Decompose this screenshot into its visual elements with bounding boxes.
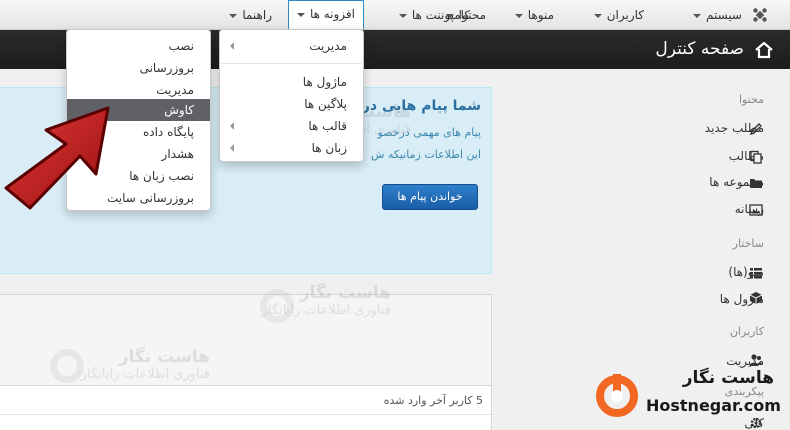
menu-menus[interactable]: منوها — [514, 0, 554, 30]
submenu-item-install[interactable]: نصب — [67, 35, 210, 57]
pencil-icon — [749, 123, 762, 136]
brand-name-en: Hostnegar.com — [646, 396, 781, 415]
menu-item-templates[interactable]: قالب ها — [220, 115, 363, 137]
hostnegar-logo-icon — [596, 374, 638, 417]
divider — [221, 63, 362, 64]
read-messages-button[interactable]: خواندن پیام ها — [382, 184, 478, 210]
hostnegar-logo: هاست نگار Hostnegar.com — [592, 368, 781, 424]
image-icon — [749, 204, 763, 216]
caret-down-icon — [229, 13, 238, 18]
submenu-arrow-icon — [230, 144, 234, 152]
brand-name-fa: هاست نگار — [682, 368, 774, 388]
menu-item-languages[interactable]: زبان ها — [220, 137, 363, 159]
pointer-arrow-icon — [4, 106, 110, 210]
watermark-logo-icon — [50, 349, 84, 383]
menu-extensions[interactable]: افزونه ها — [287, 0, 364, 29]
page-title: صفحه کنترل — [655, 39, 744, 59]
caret-down-icon — [593, 13, 602, 18]
menu-system[interactable]: سیستم — [693, 0, 742, 30]
menu-help[interactable]: راهنما — [229, 0, 272, 30]
list-icon — [750, 268, 762, 279]
caret-down-icon — [398, 13, 407, 18]
submenu-arrow-icon — [230, 42, 234, 50]
menu-item-modules[interactable]: ماژول ها — [220, 71, 363, 93]
submenu-arrow-icon — [230, 122, 234, 130]
extensions-dropdown: مدیریت ماژول ها پلاگین ها قالب ها زبان ه… — [219, 29, 364, 162]
cube-icon — [749, 292, 763, 304]
submenu-item-update[interactable]: بروزرسانی — [67, 57, 210, 79]
menu-item-manage[interactable]: مدیریت — [220, 35, 363, 57]
watermark-logo-icon — [260, 289, 294, 323]
menu-item-plugins[interactable]: پلاگین ها — [220, 93, 363, 115]
menu-users[interactable]: کاربران — [593, 0, 644, 30]
watermark: هاست نگار فناوری اطلاعات رایانگار — [80, 347, 210, 382]
users-icon — [749, 354, 763, 366]
divider — [0, 414, 491, 415]
caret-down-icon — [296, 12, 305, 17]
alert-text: این اطلاعات زمانیکه ش — [371, 148, 481, 161]
caret-down-icon — [693, 13, 701, 18]
home-icon — [755, 41, 773, 59]
caret-down-icon — [514, 13, 523, 18]
last-users-panel: 5 کاربر آخر وارد شده — [0, 385, 492, 430]
admin-menubar: سیستم کاربران منوها محتوا کامپوننت ها اف… — [0, 0, 790, 30]
sidebar-heading-structure: ساختار — [732, 237, 764, 250]
copy-icon — [750, 150, 762, 164]
sidebar-heading-content: محتوا — [738, 93, 764, 106]
folder-icon — [750, 179, 762, 188]
panel-title: 5 کاربر آخر وارد شده — [383, 394, 483, 407]
sidebar-heading-users: کاربران — [729, 325, 764, 338]
menu-components-label[interactable]: کامپوننت ها — [398, 0, 470, 30]
joomla-logo-icon[interactable] — [752, 7, 768, 23]
submenu-item-manage[interactable]: مدیریت — [67, 79, 210, 101]
